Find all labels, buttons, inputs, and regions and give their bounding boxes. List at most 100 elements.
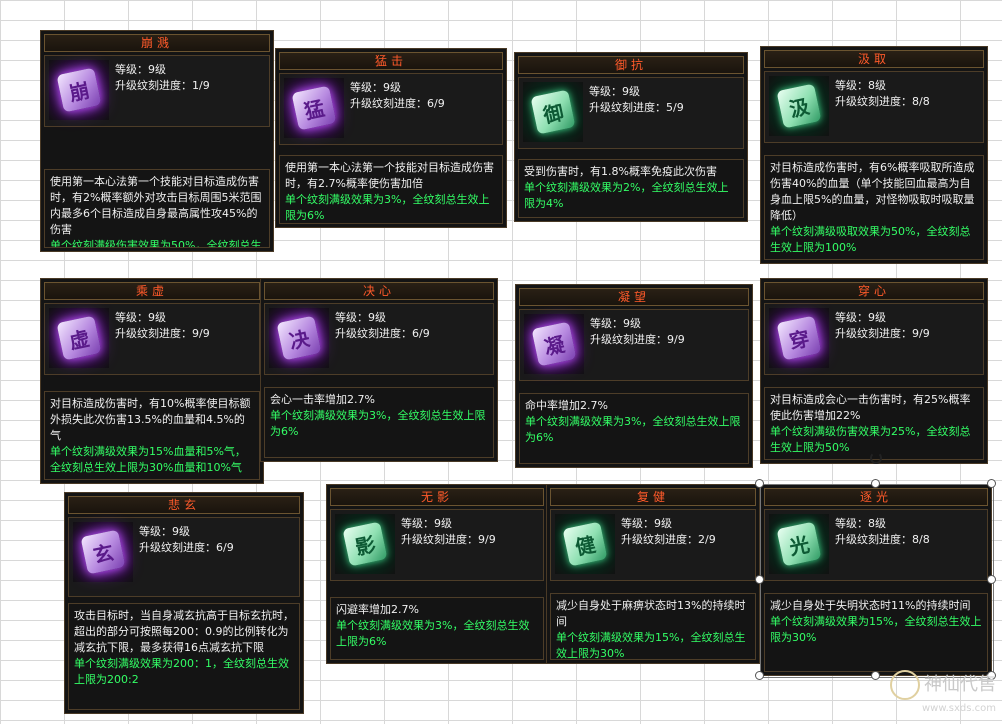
progress-value: 5/9 [666,101,684,114]
card-stats: 等级：8级 升级纹刻进度：8/8 [835,516,930,548]
skill-description: 使用第一本心法第一个技能对目标造成伤害时，有2.7%概率使伤害加倍 [285,161,494,190]
card-title: 悲玄 [68,496,300,514]
progress-value: 1/9 [192,79,210,92]
level-label: 等级： [621,517,654,530]
progress-value: 9/9 [478,533,496,546]
card-body: 受到伤害时，有1.8%概率免疫此次伤害 单个纹刻满级效果为2%，全纹刻总生效上限… [518,159,744,218]
card-body: 攻击目标时，当自身减玄抗高于目标玄抗时，超出的部分可按照每200：0.9的比例转… [68,603,300,710]
progress-label: 升级纹刻进度： [401,533,478,546]
resize-handle-bottom-left[interactable] [755,671,764,680]
rune-glyph-icon: 凝 [531,321,577,367]
level-label: 等级： [335,311,368,324]
skill-icon[interactable]: 玄 [73,522,133,582]
skill-description: 减少自身处于麻痹状态时13%的持续时间 [556,599,746,628]
card-stats: 等级：9级 升级纹刻进度：9/9 [115,310,210,342]
skill-cap-note: 单个纹刻满级吸取效果为50%，全纹刻总生效上限为100% [770,225,971,254]
rune-glyph-icon: 猛 [291,85,337,131]
skill-cap-note: 单个纹刻满级效果为2%，全纹刻总生效上限为4% [524,181,729,210]
skill-icon[interactable]: 健 [555,514,615,574]
skill-card-jiqu: 汲取 汲 等级：8级 升级纹刻进度：8/8 对目标造成伤害时，有6%概率吸取所造… [760,46,988,264]
skill-card-juexin: 决心 决 等级：9级 升级纹刻进度：6/9 会心一击率增加2.7% 单个纹刻满级… [260,278,498,462]
level-label: 等级： [590,317,623,330]
progress-value: 6/9 [216,541,234,554]
card-title: 无影 [330,488,544,506]
card-stats: 等级：9级 升级纹刻进度：6/9 [335,310,430,342]
card-title: 复健 [550,488,756,506]
skill-description: 使用第一本心法第一个技能对目标造成伤害时，有2%概率额外对攻击目标周围5米范围内… [50,175,262,236]
card-stats: 等级：9级 升级纹刻进度：1/9 [115,62,210,94]
skill-icon[interactable]: 穿 [769,308,829,368]
skill-icon[interactable]: 虚 [49,308,109,368]
skill-cap-note: 单个纹刻满级效果为3%，全纹刻总生效上限为6% [270,409,486,438]
rotate-handle-icon[interactable] [870,452,882,464]
skill-icon[interactable]: 凝 [524,314,584,374]
progress-label: 升级纹刻进度： [115,327,192,340]
skill-card-fujian: 复健 健 等级：9级 升级纹刻进度：2/9 减少自身处于麻痹状态时13%的持续时… [546,484,760,664]
skill-cap-note: 单个纹刻满级伤害效果为50%，全纹刻总生效上限为100% [50,239,262,248]
card-stats: 等级：9级 升级纹刻进度：9/9 [590,316,685,348]
rune-glyph-icon: 穿 [776,315,822,361]
progress-label: 升级纹刻进度： [139,541,216,554]
rune-glyph-icon: 光 [776,521,822,567]
skill-card-zhuguang[interactable]: 逐光 光 等级：8级 升级纹刻进度：8/8 减少自身处于失明状态时11%的持续时… [760,484,992,676]
skill-icon[interactable]: 决 [269,308,329,368]
skill-description: 命中率增加2.7% [525,399,608,412]
skill-cap-note: 单个纹刻满级效果为200：1，全纹刻总生效上限为200:2 [74,657,289,686]
rune-glyph-icon: 影 [342,521,388,567]
card-stats: 等级：9级 升级纹刻进度：5/9 [589,84,684,116]
skill-cap-note: 单个纹刻满级效果为3%，全纹刻总生效上限为6% [525,415,741,444]
card-header: 猛 等级：9级 升级纹刻进度：6/9 [279,73,503,145]
resize-handle-bottom[interactable] [871,671,880,680]
level-label: 等级： [835,517,868,530]
skill-description: 减少自身处于失明状态时11%的持续时间 [770,599,971,612]
skill-card-beixuan: 悲玄 玄 等级：9级 升级纹刻进度：6/9 攻击目标时，当自身减玄抗高于目标玄抗… [64,492,304,714]
progress-value: 9/9 [667,333,685,346]
level-label: 等级： [115,311,148,324]
card-header: 虚 等级：9级 升级纹刻进度：9/9 [44,303,260,375]
resize-handle-top[interactable] [871,479,880,488]
skill-icon[interactable]: 御 [523,82,583,142]
skill-icon[interactable]: 崩 [49,60,109,120]
progress-value: 6/9 [427,97,445,110]
skill-icon[interactable]: 猛 [284,78,344,138]
card-body: 对目标造成伤害时，有10%概率使目标额外损失此次伤害13.5%的血量和4.5%的… [44,391,260,480]
skill-icon[interactable]: 汲 [769,76,829,136]
card-header: 决 等级：9级 升级纹刻进度：6/9 [264,303,494,375]
progress-label: 升级纹刻进度： [835,327,912,340]
skill-card-ningwang: 凝望 凝 等级：9级 升级纹刻进度：9/9 命中率增加2.7% 单个纹刻满级效果… [515,284,753,468]
resize-handle-top-left[interactable] [755,479,764,488]
card-title: 猛击 [279,52,503,70]
skill-icon[interactable]: 影 [335,514,395,574]
level-value: 9级 [868,311,886,324]
card-body: 减少自身处于麻痹状态时13%的持续时间 单个纹刻满级效果为15%，全纹刻总生效上… [550,593,756,660]
rune-glyph-icon: 健 [562,521,608,567]
progress-label: 升级纹刻进度： [621,533,698,546]
watermark-logo-icon [890,670,920,700]
card-title: 汲取 [764,50,984,68]
rune-glyph-icon: 御 [530,89,576,135]
level-value: 9级 [622,85,640,98]
progress-value: 8/8 [912,533,930,546]
skill-icon[interactable]: 光 [769,514,829,574]
card-stats: 等级：9级 升级纹刻进度：9/9 [835,310,930,342]
card-header: 穿 等级：9级 升级纹刻进度：9/9 [764,303,984,375]
card-title: 穿心 [764,282,984,300]
progress-value: 2/9 [698,533,716,546]
level-value: 8级 [868,79,886,92]
skill-description: 对目标造成伤害时，有6%概率吸取所造成伤害40%的血量（单个技能回血最高为自身血… [770,161,975,222]
level-label: 等级： [835,311,868,324]
resize-handle-top-right[interactable] [987,479,996,488]
card-body: 闪避率增加2.7% 单个纹刻满级效果为3%，全纹刻总生效上限为6% [330,597,544,660]
skill-description: 攻击目标时，当自身减玄抗高于目标玄抗时，超出的部分可按照每200：0.9的比例转… [74,609,294,654]
card-header: 凝 等级：9级 升级纹刻进度：9/9 [519,309,749,381]
resize-handle-right[interactable] [987,575,996,584]
level-value: 9级 [368,311,386,324]
level-value: 9级 [383,81,401,94]
card-header: 汲 等级：8级 升级纹刻进度：8/8 [764,71,984,143]
resize-handle-left[interactable] [755,575,764,584]
card-body: 使用第一本心法第一个技能对目标造成伤害时，有2%概率额外对攻击目标周围5米范围内… [44,169,270,248]
skill-description: 会心一击率增加2.7% [270,393,375,406]
watermark: 神仙代售 www.sxds.com [890,670,996,718]
rune-glyph-icon: 玄 [80,529,126,575]
progress-label: 升级纹刻进度： [590,333,667,346]
